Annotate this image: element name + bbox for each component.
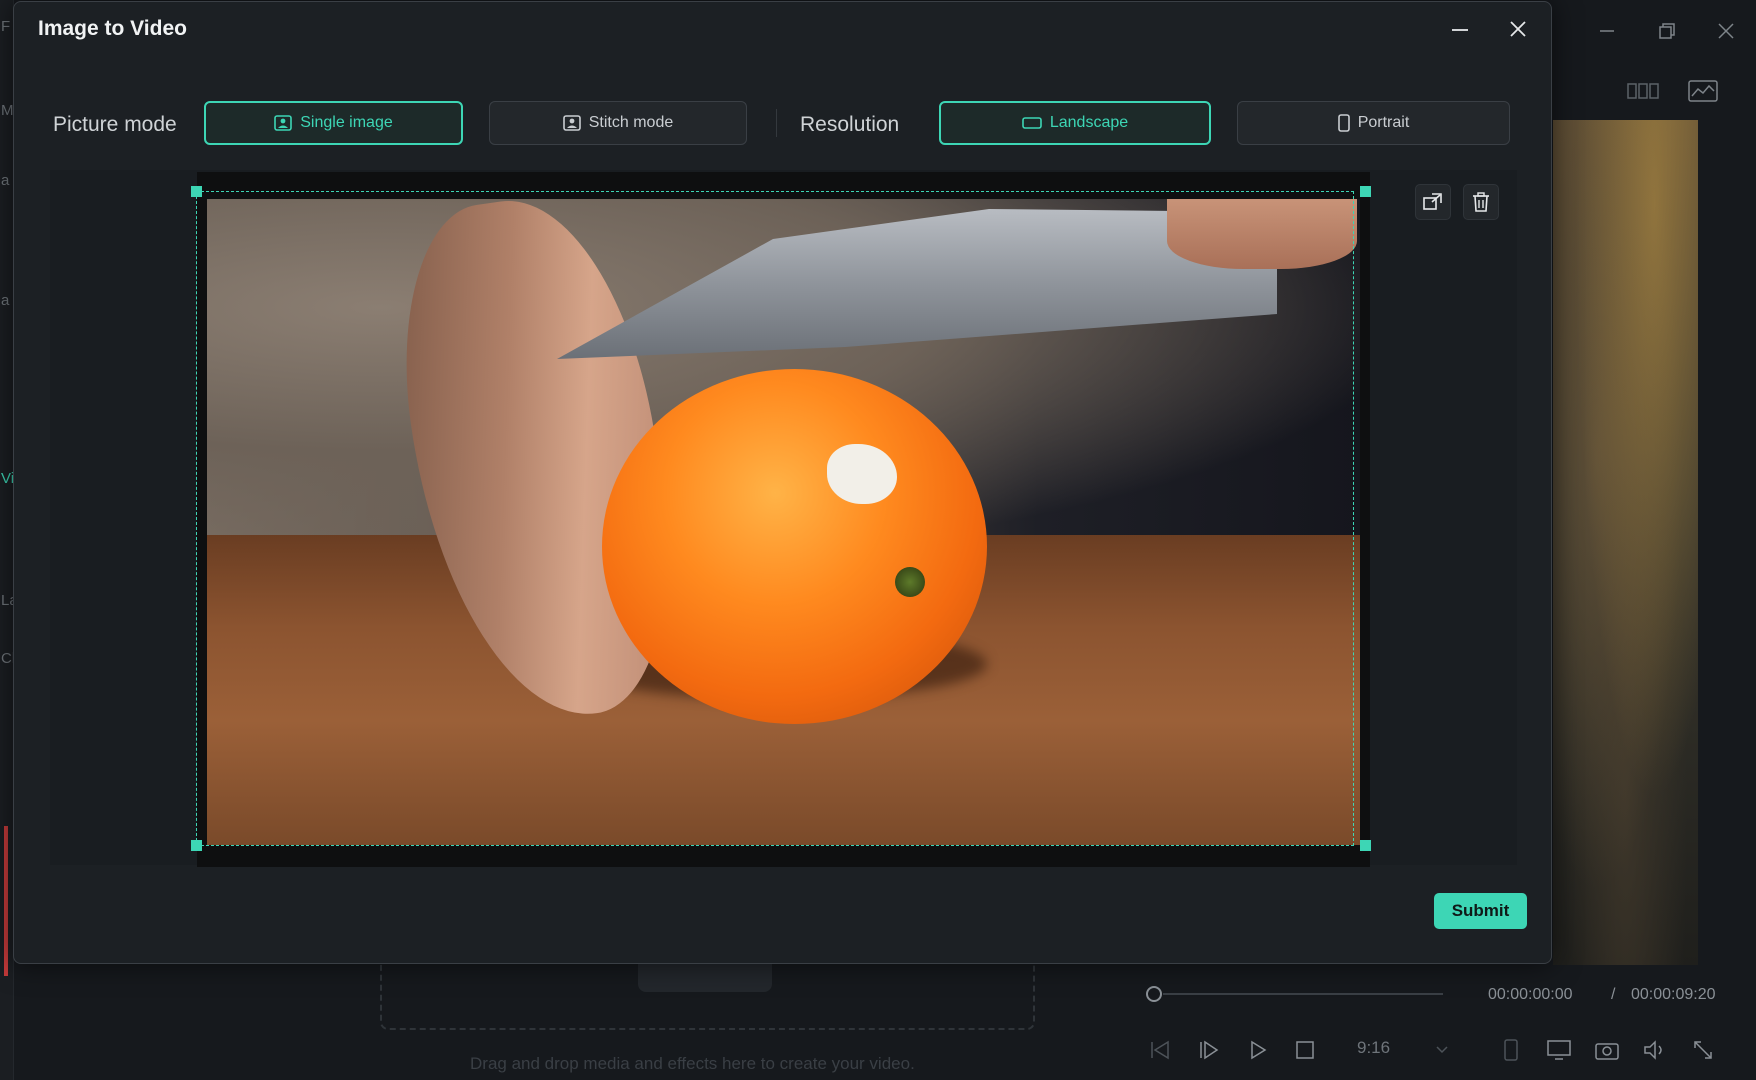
restore-icon xyxy=(1659,23,1675,39)
crop-handle-top-right[interactable] xyxy=(1360,186,1371,197)
playback-slider[interactable] xyxy=(1163,993,1443,995)
photo-orange-knife xyxy=(207,199,1360,845)
portrait-label: Portrait xyxy=(1357,114,1410,131)
monitor-icon xyxy=(1547,1040,1571,1060)
crop-handle-bottom-left[interactable] xyxy=(191,840,202,851)
aspect-ratio-select[interactable]: 9:16 xyxy=(1357,1038,1390,1058)
time-separator: / xyxy=(1611,986,1616,1003)
left-strip-letter: F xyxy=(1,18,11,35)
fullscreen-button[interactable] xyxy=(1689,1036,1717,1064)
chart-icon xyxy=(1688,80,1718,102)
submit-button[interactable]: Submit xyxy=(1434,893,1527,929)
chevron-down-icon xyxy=(1436,1041,1448,1059)
resolution-label: Resolution xyxy=(800,113,900,136)
dropzone-tab[interactable] xyxy=(638,962,772,992)
playback-slider-knob[interactable] xyxy=(1146,986,1162,1002)
portrait-icon xyxy=(1337,114,1350,132)
total-time: 00:00:09:20 xyxy=(1631,986,1716,1003)
single-image-label: Single image xyxy=(300,114,393,131)
crop-handle-top-left[interactable] xyxy=(191,186,202,197)
play-frame-button[interactable] xyxy=(1195,1036,1223,1064)
image-icon xyxy=(274,115,293,131)
timeline-playhead-marker xyxy=(4,826,8,976)
previous-frame-button[interactable] xyxy=(1146,1036,1174,1064)
expand-icon xyxy=(1694,1041,1712,1059)
camera-icon xyxy=(1595,1043,1619,1060)
background-preview-image xyxy=(1553,120,1698,965)
close-icon xyxy=(1718,23,1734,39)
picture-mode-label: Picture mode xyxy=(53,113,177,136)
crop-handle-bottom-right[interactable] xyxy=(1360,840,1371,851)
dialog-minimize-button[interactable] xyxy=(1442,12,1478,46)
stop-icon xyxy=(1296,1041,1314,1059)
close-icon xyxy=(1510,21,1526,37)
stop-button[interactable] xyxy=(1291,1036,1319,1064)
left-strip-letter: M xyxy=(1,102,14,119)
step-forward-icon xyxy=(1200,1040,1219,1060)
play-icon xyxy=(1251,1040,1267,1060)
minimize-icon xyxy=(1600,30,1614,32)
device-preview-button[interactable] xyxy=(1497,1036,1525,1064)
delete-image-button[interactable] xyxy=(1463,184,1499,220)
stitch-mode-option[interactable]: Stitch mode xyxy=(489,101,747,145)
left-strip-letter: a xyxy=(1,292,10,309)
dropzone-text: Drag and drop media and effects here to … xyxy=(470,1054,915,1073)
skip-back-icon xyxy=(1151,1040,1169,1060)
landscape-icon xyxy=(1022,117,1042,129)
grid-view-icon xyxy=(1627,83,1659,99)
uploaded-image[interactable] xyxy=(197,172,1370,867)
phone-icon xyxy=(1504,1039,1518,1061)
replace-image-icon xyxy=(1423,193,1442,210)
waveform-view-button[interactable] xyxy=(1684,74,1722,108)
volume-button[interactable] xyxy=(1641,1036,1669,1064)
display-button[interactable] xyxy=(1545,1036,1573,1064)
left-strip-letter: a xyxy=(1,172,10,189)
volume-icon xyxy=(1644,1040,1662,1060)
app-restore-button[interactable] xyxy=(1645,14,1689,48)
trash-icon xyxy=(1473,192,1489,212)
single-image-option[interactable]: Single image xyxy=(204,101,463,145)
replace-image-button[interactable] xyxy=(1415,184,1451,220)
grid-view-button[interactable] xyxy=(1624,74,1662,108)
options-divider xyxy=(776,109,777,137)
image-to-video-dialog: Image to Video Picture mode Single image… xyxy=(13,1,1552,964)
landscape-label: Landscape xyxy=(1049,114,1129,131)
current-time: 00:00:00:00 xyxy=(1488,986,1573,1003)
stitch-image-icon xyxy=(562,115,581,131)
left-panel-strip: F M a a Vi La Cli xyxy=(0,0,19,1080)
dialog-close-button[interactable] xyxy=(1500,12,1536,46)
app-close-button[interactable] xyxy=(1704,14,1748,48)
minimize-icon xyxy=(1452,29,1468,31)
app-minimize-button[interactable] xyxy=(1585,14,1629,48)
portrait-option[interactable]: Portrait xyxy=(1237,101,1510,145)
dialog-title: Image to Video xyxy=(38,17,187,40)
play-button[interactable] xyxy=(1244,1036,1272,1064)
stitch-mode-label: Stitch mode xyxy=(588,114,674,131)
landscape-option[interactable]: Landscape xyxy=(939,101,1211,145)
snapshot-button[interactable] xyxy=(1593,1036,1621,1064)
